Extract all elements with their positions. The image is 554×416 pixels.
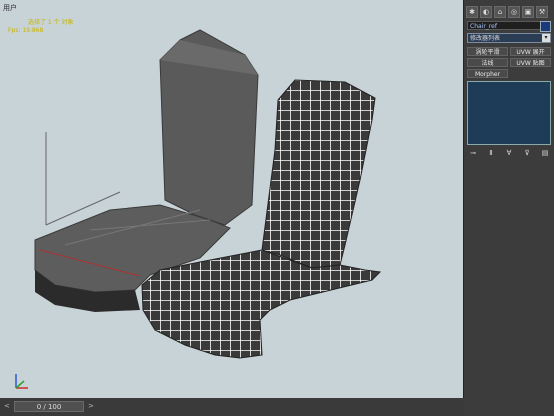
command-panel-tabs: ✱ ◐ ⌂ ◎ ▣ ⚒ — [466, 6, 552, 18]
show-end-icon[interactable]: Ⅱ — [485, 149, 497, 158]
hierarchy-icon[interactable]: ⌂ — [494, 6, 506, 18]
perspective-viewport[interactable]: 用户 选择了 1 个 对象 Fps: 19.868 — [0, 0, 464, 398]
uvw-map-button[interactable]: UVW 贴图 — [510, 58, 551, 67]
morpher-button[interactable]: Morpher — [467, 69, 508, 78]
pin-icon[interactable]: ⊸ — [467, 149, 479, 158]
normal-button[interactable]: 法线 — [467, 58, 508, 67]
command-panel: ✱ ◐ ⌂ ◎ ▣ ⚒ Chair_ref 修改器列表 ▾ 涡轮平滑 UVW 展… — [464, 0, 554, 416]
time-slider-bar: < 0 / 100 > — [0, 399, 463, 416]
modifier-list-dropdown[interactable]: 修改器列表 ▾ — [467, 33, 551, 43]
chevron-down-icon[interactable]: ▾ — [542, 34, 550, 42]
turbosmooth-button[interactable]: 涡轮平滑 — [467, 47, 508, 56]
display-icon[interactable]: ▣ — [522, 6, 534, 18]
scene-canvas — [15, 29, 382, 389]
previous-frame-icon[interactable]: < — [4, 402, 10, 412]
motion-icon[interactable]: ◎ — [508, 6, 520, 18]
uvw-unwrap-button[interactable]: UVW 展开 — [510, 47, 551, 56]
stack-tools: ⊸ Ⅱ ∀ ⊽ ▤ — [467, 149, 551, 159]
remove-icon[interactable]: ⊽ — [521, 149, 533, 158]
object-color-swatch[interactable] — [540, 21, 551, 32]
world-axis-indicator — [15, 374, 28, 389]
next-frame-icon[interactable]: > — [88, 402, 94, 412]
modifier-stack[interactable] — [467, 81, 551, 145]
modifier-list-label: 修改器列表 — [470, 35, 501, 42]
modify-icon[interactable]: ◐ — [480, 6, 492, 18]
configure-icon[interactable]: ▤ — [539, 149, 551, 158]
unique-icon[interactable]: ∀ — [503, 149, 515, 158]
time-slider[interactable]: 0 / 100 — [14, 401, 84, 412]
object-name-field[interactable]: Chair_ref — [467, 21, 551, 32]
utilities-icon[interactable]: ⚒ — [536, 6, 548, 18]
create-icon[interactable]: ✱ — [466, 6, 478, 18]
object-name-text: Chair_ref — [470, 23, 497, 30]
